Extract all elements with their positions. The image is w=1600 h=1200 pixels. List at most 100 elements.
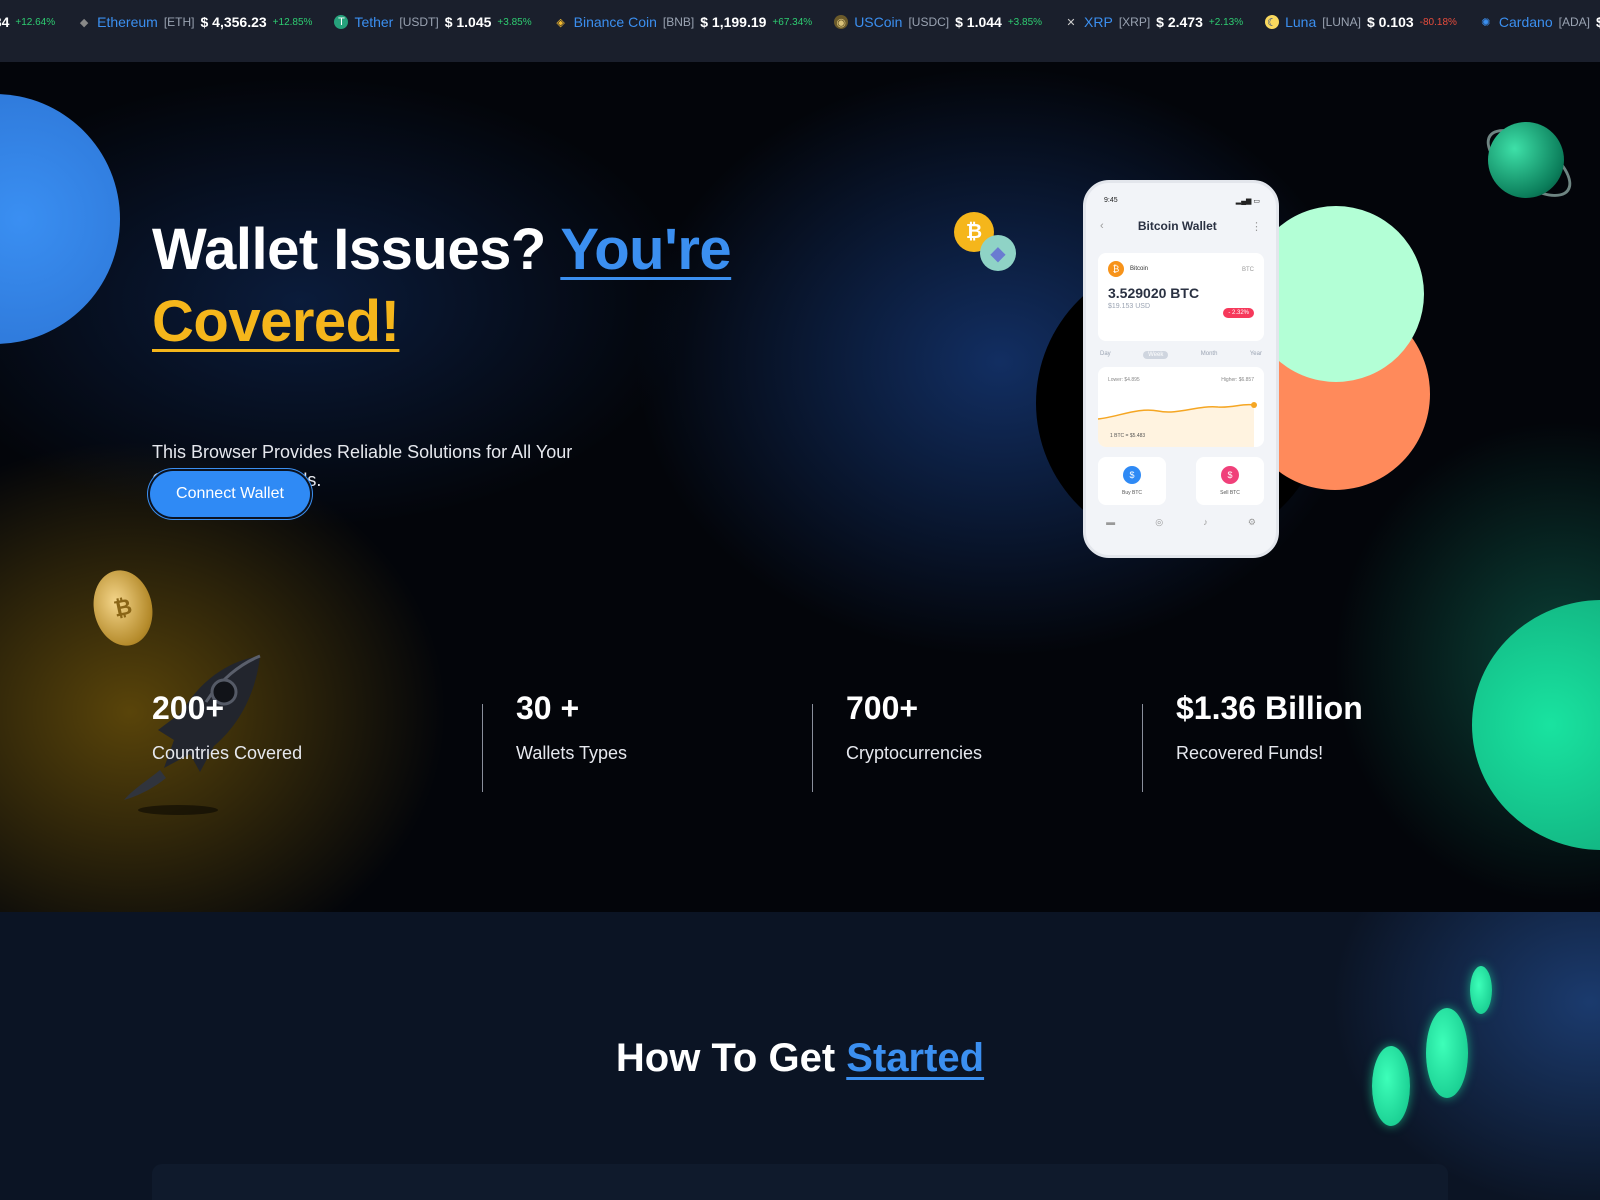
stat-label: Wallets Types [516,743,628,763]
dollar-icon: $ [1221,466,1239,484]
phone-title: Bitcoin Wallet [1137,219,1217,233]
ticker-change: +2.13% [1208,16,1244,28]
phone-bottom-nav: ▬ ◎ ♪ ⚙ [1086,517,1276,528]
signal-icon: ▂▄▆ ▭ [1235,198,1260,205]
compass-icon: ◎ [1155,517,1164,527]
sell-btc-button: $ Sell BTC [1196,457,1264,505]
ethereum-icon: ◆ [79,16,89,29]
bitcoin-coin-icon: ₿ [86,564,160,652]
stat-divider [482,704,483,792]
ticker-item-usdc[interactable]: ◉ USCoin [USDC] $ 1.044 +3.85% [834,14,1042,30]
ethereum-icon: ◆ [980,235,1016,271]
section-title-part1: How To Get [615,1036,847,1080]
ticker-symbol: [USDT] [399,15,439,29]
ticker-price: 384 [0,14,10,30]
hero-title-part1: Wallet Issues? [152,217,561,282]
ticker-price: $ 0.103 [1366,14,1414,30]
ticker-item-xrp[interactable]: ✕ XRP [XRP] $ 2.473 +2.13% [1064,14,1243,30]
tether-icon: T [334,15,349,29]
buy-btc-button: $ Buy BTC [1098,457,1166,505]
more-icon: ⋮ [1251,220,1262,233]
rate-label: 1 BTC = $5.483 [1110,433,1146,439]
usdc-icon: ◉ [834,15,849,29]
hero-title-part2: Covered! [152,289,400,354]
stat-recovered-funds: $1.36 Billion Recovered Funds! [1176,690,1363,764]
ticker-price: $ 2.473 [1156,14,1203,30]
steps-panel [152,1164,1448,1200]
coin-row: ₿ Bitcoin [1108,261,1254,277]
ticker-price: $ 0 [1596,14,1600,30]
luna-icon: ☾ [1265,15,1280,29]
section-title-highlight: Started [846,1036,985,1080]
section-title: How To Get Started [0,1036,1600,1081]
tab-day: Day [1100,351,1111,357]
hero-section: Wallet Issues? You're Covered! This Brows… [0,62,1600,912]
ticker-track: 384 +12.64% ◆ Ethereum [ETH] $ 4,356.23 … [0,0,1600,44]
phone-actions: $ Buy BTC $ Sell BTC [1098,457,1264,505]
wallet-icon: ▬ [1106,517,1116,527]
bell-icon: ♪ [1203,517,1208,527]
stat-wallets: 30 + Wallets Types [516,690,627,764]
period-tabs: Day Week Month Year [1086,341,1276,359]
stat-divider [1142,704,1143,792]
tab-month: Month [1200,351,1218,357]
ticker-change: -80.18% [1419,16,1457,28]
phone-mockup: 9:45 ▂▄▆ ▭ ‹ Bitcoin Wallet ⋮ ₿ Bitcoin … [1083,180,1279,558]
balance-amount: 3.529020 BTC [1108,285,1200,301]
price-chart: Lower: $4.895 Higher: $6.857 1 BTC = $5.… [1098,367,1264,447]
ticker-name: XRP [1084,14,1113,30]
ticker-price: $ 4,356.23 [200,14,267,30]
dollar-icon: $ [1123,466,1141,484]
ticker-name: Binance Coin [573,14,657,30]
stat-label: Countries Covered [152,743,303,763]
stat-value: $1.36 Billion [1176,690,1363,726]
bitcoin-icon: ₿ [1108,261,1124,277]
ticker-item-luna[interactable]: ☾ Luna [LUNA] $ 0.103 -80.18% [1265,14,1457,30]
ticker-name: Tether [354,14,394,30]
ticker-symbol: [USDC] [908,15,950,29]
stat-value: 700+ [846,690,919,726]
stat-value: 30 + [516,690,580,726]
ticker-change: +12.85% [272,16,313,28]
ticker-item-ethereum[interactable]: ◆ Ethereum [ETH] $ 4,356.23 +12.85% [77,14,313,30]
ticker-name: Cardano [1498,14,1553,30]
cardano-icon: ✺ [1481,16,1491,29]
ticker-price: $ 1,199.19 [700,14,767,30]
phone-header: ‹ Bitcoin Wallet ⋮ [1086,205,1276,233]
stat-cryptocurrencies: 700+ Cryptocurrencies [846,690,982,764]
xrp-icon: ✕ [1066,16,1076,29]
ticker-name: Ethereum [97,14,158,30]
how-to-start-section: How To Get Started [0,912,1600,1200]
phone-status-bar: 9:45 ▂▄▆ ▭ [1086,183,1276,205]
ticker-item-binance[interactable]: ◈ Binance Coin [BNB] $ 1,199.19 +67.34% [554,14,813,30]
ticker-item[interactable]: 384 +12.64% [0,14,55,30]
stat-countries: 200+ Countries Covered [152,690,302,764]
hero-title-highlight: You're [560,217,732,282]
ticker-name: USCoin [854,14,903,30]
ticker-change: +3.85% [1007,16,1043,28]
coin-name: Bitcoin [1130,266,1149,272]
connect-wallet-button[interactable]: Connect Wallet [150,471,310,517]
planet-decoration [1488,122,1564,198]
ticker-symbol: [BNB] [662,15,695,29]
ticker-item-tether[interactable]: T Tether [USDT] $ 1.045 +3.85% [334,14,532,30]
stat-value: 200+ [152,690,225,726]
ticker-symbol: [ADA] [1558,15,1590,29]
gear-icon: ⚙ [1247,517,1256,527]
buy-label: Buy BTC [1121,490,1142,496]
ticker-change: +3.85% [497,16,532,28]
stat-divider [812,704,813,792]
coin-symbol: BTC [1242,267,1254,273]
change-badge: - 2.32% [1223,308,1254,318]
binance-icon: ◈ [556,16,565,29]
stat-label: Recovered Funds! [1176,743,1324,763]
ticker-symbol: [XRP] [1118,15,1151,29]
ticker-price: $ 1.044 [955,14,1002,30]
ticker-item-cardano[interactable]: ✺ Cardano [ADA] $ 0 [1479,14,1600,30]
tab-week: Week [1143,351,1169,359]
ticker-symbol: [ETH] [163,15,195,29]
back-icon: ‹ [1100,220,1104,232]
ticker-change: +12.64% [15,16,56,28]
price-ticker: 384 +12.64% ◆ Ethereum [ETH] $ 4,356.23 … [0,0,1600,63]
ticker-change: +67.34% [772,16,813,28]
